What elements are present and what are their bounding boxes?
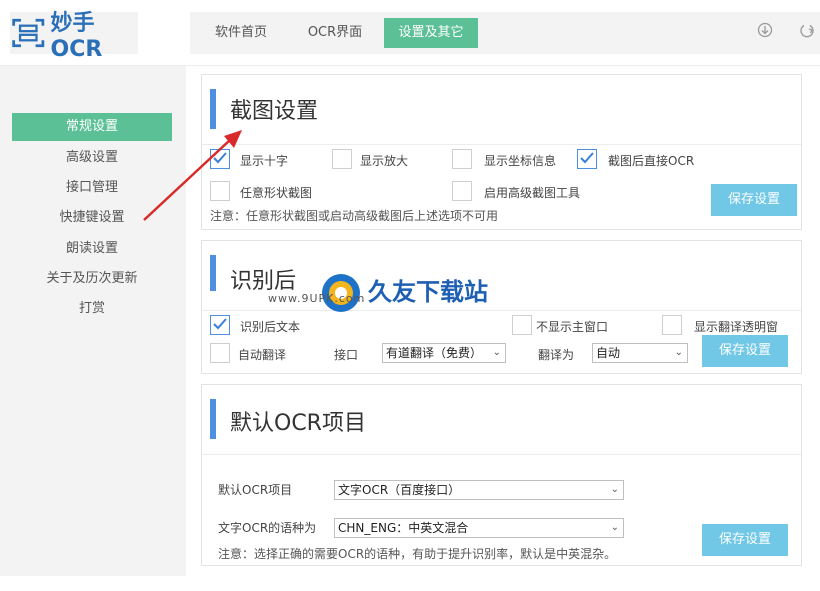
ocr-language-label: 文字OCR的语种为 bbox=[218, 521, 317, 535]
sidebar-item-about[interactable]: 关于及历次更新 bbox=[12, 265, 172, 293]
chevron-down-icon: ⌄ bbox=[674, 347, 683, 358]
tab-home[interactable]: 软件首页 bbox=[200, 18, 282, 48]
save-ocr-settings-button[interactable]: 保存设置 bbox=[702, 524, 788, 556]
app-name: 妙手OCR bbox=[50, 10, 103, 62]
top-bar: 妙手OCR 软件首页 OCR界面 设置及其它 bbox=[0, 0, 820, 66]
checkmark-icon bbox=[580, 152, 594, 164]
panel-header: 截图设置 bbox=[202, 75, 801, 145]
ocr-logo-icon bbox=[12, 18, 45, 48]
show-magnifier-label: 显示放大 bbox=[360, 154, 409, 168]
translation-interface-select[interactable]: 有道翻译（免费） ⌄ bbox=[382, 343, 506, 363]
sidebar-item-donate[interactable]: 打赏 bbox=[12, 295, 172, 323]
ocr-language-note: 注意：选择正确的需要OCR的语种，有助于提升识别率，默认是中英混杂。 bbox=[218, 547, 617, 561]
watermark-url: www.9UPK.com bbox=[268, 292, 366, 305]
sidebar-item-read-aloud[interactable]: 朗读设置 bbox=[12, 235, 172, 263]
translation-interface-value: 有道翻译（免费） bbox=[386, 346, 483, 360]
default-ocr-panel: 默认OCR项目 默认OCR项目 文字OCR（百度接口） ⌄ 文字OCR的语种为 … bbox=[201, 384, 802, 566]
save-capture-settings-button[interactable]: 保存设置 bbox=[711, 184, 797, 216]
panel-header: 默认OCR项目 bbox=[202, 385, 801, 455]
section-marker bbox=[210, 399, 216, 439]
annotation-arrow-icon bbox=[143, 130, 242, 221]
advanced-capture-tool-checkbox[interactable] bbox=[452, 181, 472, 201]
section-title: 默认OCR项目 bbox=[230, 411, 366, 436]
show-magnifier-checkbox[interactable] bbox=[332, 149, 352, 169]
show-coordinates-label: 显示坐标信息 bbox=[484, 154, 557, 168]
ocr-language-value: CHN_ENG：中英文混合 bbox=[338, 521, 469, 535]
watermark: 久友下载站 www.9UPK.com bbox=[268, 270, 510, 326]
translate-to-value: 自动 bbox=[596, 346, 621, 360]
text-after-recognition-checkbox[interactable] bbox=[210, 315, 230, 335]
ocr-after-capture-label: 截图后直接OCR bbox=[608, 154, 695, 168]
section-title: 识别后 bbox=[230, 269, 297, 294]
power-icon[interactable] bbox=[799, 22, 815, 38]
chevron-down-icon: ⌄ bbox=[610, 522, 619, 533]
app-logo: 妙手OCR bbox=[10, 11, 138, 62]
ocr-language-select[interactable]: CHN_ENG：中英文混合 ⌄ bbox=[334, 518, 624, 538]
section-marker bbox=[210, 255, 216, 291]
translate-to-select[interactable]: 自动 ⌄ bbox=[592, 343, 688, 363]
ocr-after-capture-checkbox[interactable] bbox=[577, 149, 597, 169]
auto-translate-checkbox[interactable] bbox=[210, 343, 230, 363]
hide-main-window-label: 不显示主窗口 bbox=[536, 320, 609, 334]
capture-note: 注意：任意形状截图或启动高级截图后上述选项不可用 bbox=[210, 209, 499, 223]
checkmark-icon bbox=[213, 318, 227, 330]
watermark-brand: 久友下载站 bbox=[368, 278, 488, 306]
show-coordinates-checkbox[interactable] bbox=[452, 149, 472, 169]
save-recognition-settings-button[interactable]: 保存设置 bbox=[702, 335, 788, 367]
show-translation-window-checkbox[interactable] bbox=[662, 315, 682, 335]
default-ocr-project-select[interactable]: 文字OCR（百度接口） ⌄ bbox=[334, 480, 624, 500]
text-after-recognition-label: 识别后文本 bbox=[240, 320, 301, 334]
download-icon[interactable] bbox=[757, 22, 773, 38]
tab-settings[interactable]: 设置及其它 bbox=[384, 18, 478, 48]
auto-translate-label: 自动翻译 bbox=[238, 348, 287, 362]
default-ocr-project-value: 文字OCR（百度接口） bbox=[338, 483, 461, 497]
top-nav: 软件首页 OCR界面 设置及其它 bbox=[190, 12, 820, 54]
translate-to-label: 翻译为 bbox=[538, 348, 575, 362]
show-translation-window-label: 显示翻译透明窗 bbox=[694, 320, 779, 334]
freeform-capture-label: 任意形状截图 bbox=[240, 186, 313, 200]
tab-ocr[interactable]: OCR界面 bbox=[294, 18, 376, 48]
default-ocr-project-label: 默认OCR项目 bbox=[218, 483, 293, 497]
hide-main-window-checkbox[interactable] bbox=[512, 315, 532, 335]
screenshot-settings-panel: 截图设置 显示十字 显示放大 显示坐标信息 截图后直接OCR 任意形状截图 启用… bbox=[201, 74, 802, 230]
interface-label: 接口 bbox=[334, 348, 359, 362]
chevron-down-icon: ⌄ bbox=[492, 347, 501, 358]
advanced-capture-tool-label: 启用高级截图工具 bbox=[484, 186, 581, 200]
chevron-down-icon: ⌄ bbox=[610, 484, 619, 495]
